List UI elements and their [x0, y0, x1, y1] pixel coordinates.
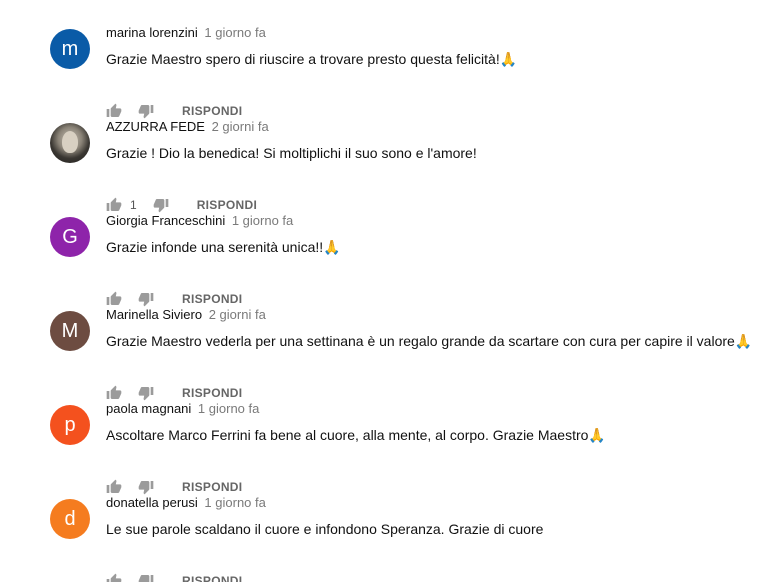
comment-text: Grazie ! Dio la benedica! Si moltiplichi…: [106, 145, 477, 161]
author-name[interactable]: AZZURRA FEDE: [106, 119, 205, 134]
comment-timestamp[interactable]: 1 giorno fa: [204, 495, 265, 510]
comment-text: Grazie Maestro spero di riuscire a trova…: [106, 51, 518, 67]
comment-header: marina lorenzini 1 giorno fa: [106, 24, 266, 42]
thumbs-down-icon[interactable]: [138, 573, 154, 582]
comment-item: d donatella perusi 1 giorno fa Le sue pa…: [0, 493, 780, 582]
comment-header: Giorgia Franceschini 1 giorno fa: [106, 212, 293, 230]
comment-header: paola magnani 1 giorno fa: [106, 400, 259, 418]
comments-list: m marina lorenzini 1 giorno fa Grazie Ma…: [0, 0, 780, 582]
comment-header: donatella perusi 1 giorno fa: [106, 494, 266, 512]
comment-timestamp[interactable]: 2 giorni fa: [209, 307, 266, 322]
comment-item: AZZURRA FEDE 2 giorni fa Grazie ! Dio la…: [0, 117, 780, 213]
comment-timestamp[interactable]: 1 giorno fa: [232, 213, 293, 228]
avatar[interactable]: d: [50, 499, 90, 539]
reply-button[interactable]: RISPONDI: [182, 292, 242, 306]
avatar[interactable]: p: [50, 405, 90, 445]
avatar[interactable]: m: [50, 29, 90, 69]
comment-item: M Marinella Siviero 2 giorni fa Grazie M…: [0, 305, 780, 401]
author-name[interactable]: Marinella Siviero: [106, 307, 202, 322]
comment-item: m marina lorenzini 1 giorno fa Grazie Ma…: [0, 23, 780, 119]
reply-button[interactable]: RISPONDI: [197, 198, 257, 212]
avatar[interactable]: [50, 123, 90, 163]
comment-header: Marinella Siviero 2 giorni fa: [106, 306, 266, 324]
author-name[interactable]: marina lorenzini: [106, 25, 198, 40]
avatar[interactable]: G: [50, 217, 90, 257]
comment-item: G Giorgia Franceschini 1 giorno fa Grazi…: [0, 211, 780, 307]
comment-text: Grazie infonde una serenità unica!!🙏: [106, 239, 341, 255]
comment-actions: RISPONDI: [106, 572, 242, 582]
comment-text: Grazie Maestro vederla per una settinana…: [106, 333, 753, 349]
thumbs-up-icon[interactable]: [106, 573, 122, 582]
avatar-photo: [62, 131, 78, 153]
comment-timestamp[interactable]: 1 giorno fa: [204, 25, 265, 40]
comment-text: Le sue parole scaldano il cuore e infond…: [106, 521, 544, 537]
comment-timestamp[interactable]: 1 giorno fa: [198, 401, 259, 416]
comment-item: p paola magnani 1 giorno fa Ascoltare Ma…: [0, 399, 780, 495]
reply-button[interactable]: RISPONDI: [182, 574, 242, 582]
author-name[interactable]: paola magnani: [106, 401, 191, 416]
author-name[interactable]: Giorgia Franceschini: [106, 213, 225, 228]
author-name[interactable]: donatella perusi: [106, 495, 198, 510]
reply-button[interactable]: RISPONDI: [182, 104, 242, 118]
comment-timestamp[interactable]: 2 giorni fa: [212, 119, 269, 134]
reply-button[interactable]: RISPONDI: [182, 480, 242, 494]
like-count: 1: [130, 198, 137, 212]
avatar[interactable]: M: [50, 311, 90, 351]
reply-button[interactable]: RISPONDI: [182, 386, 242, 400]
comment-text: Ascoltare Marco Ferrini fa bene al cuore…: [106, 427, 606, 443]
comment-header: AZZURRA FEDE 2 giorni fa: [106, 118, 269, 136]
